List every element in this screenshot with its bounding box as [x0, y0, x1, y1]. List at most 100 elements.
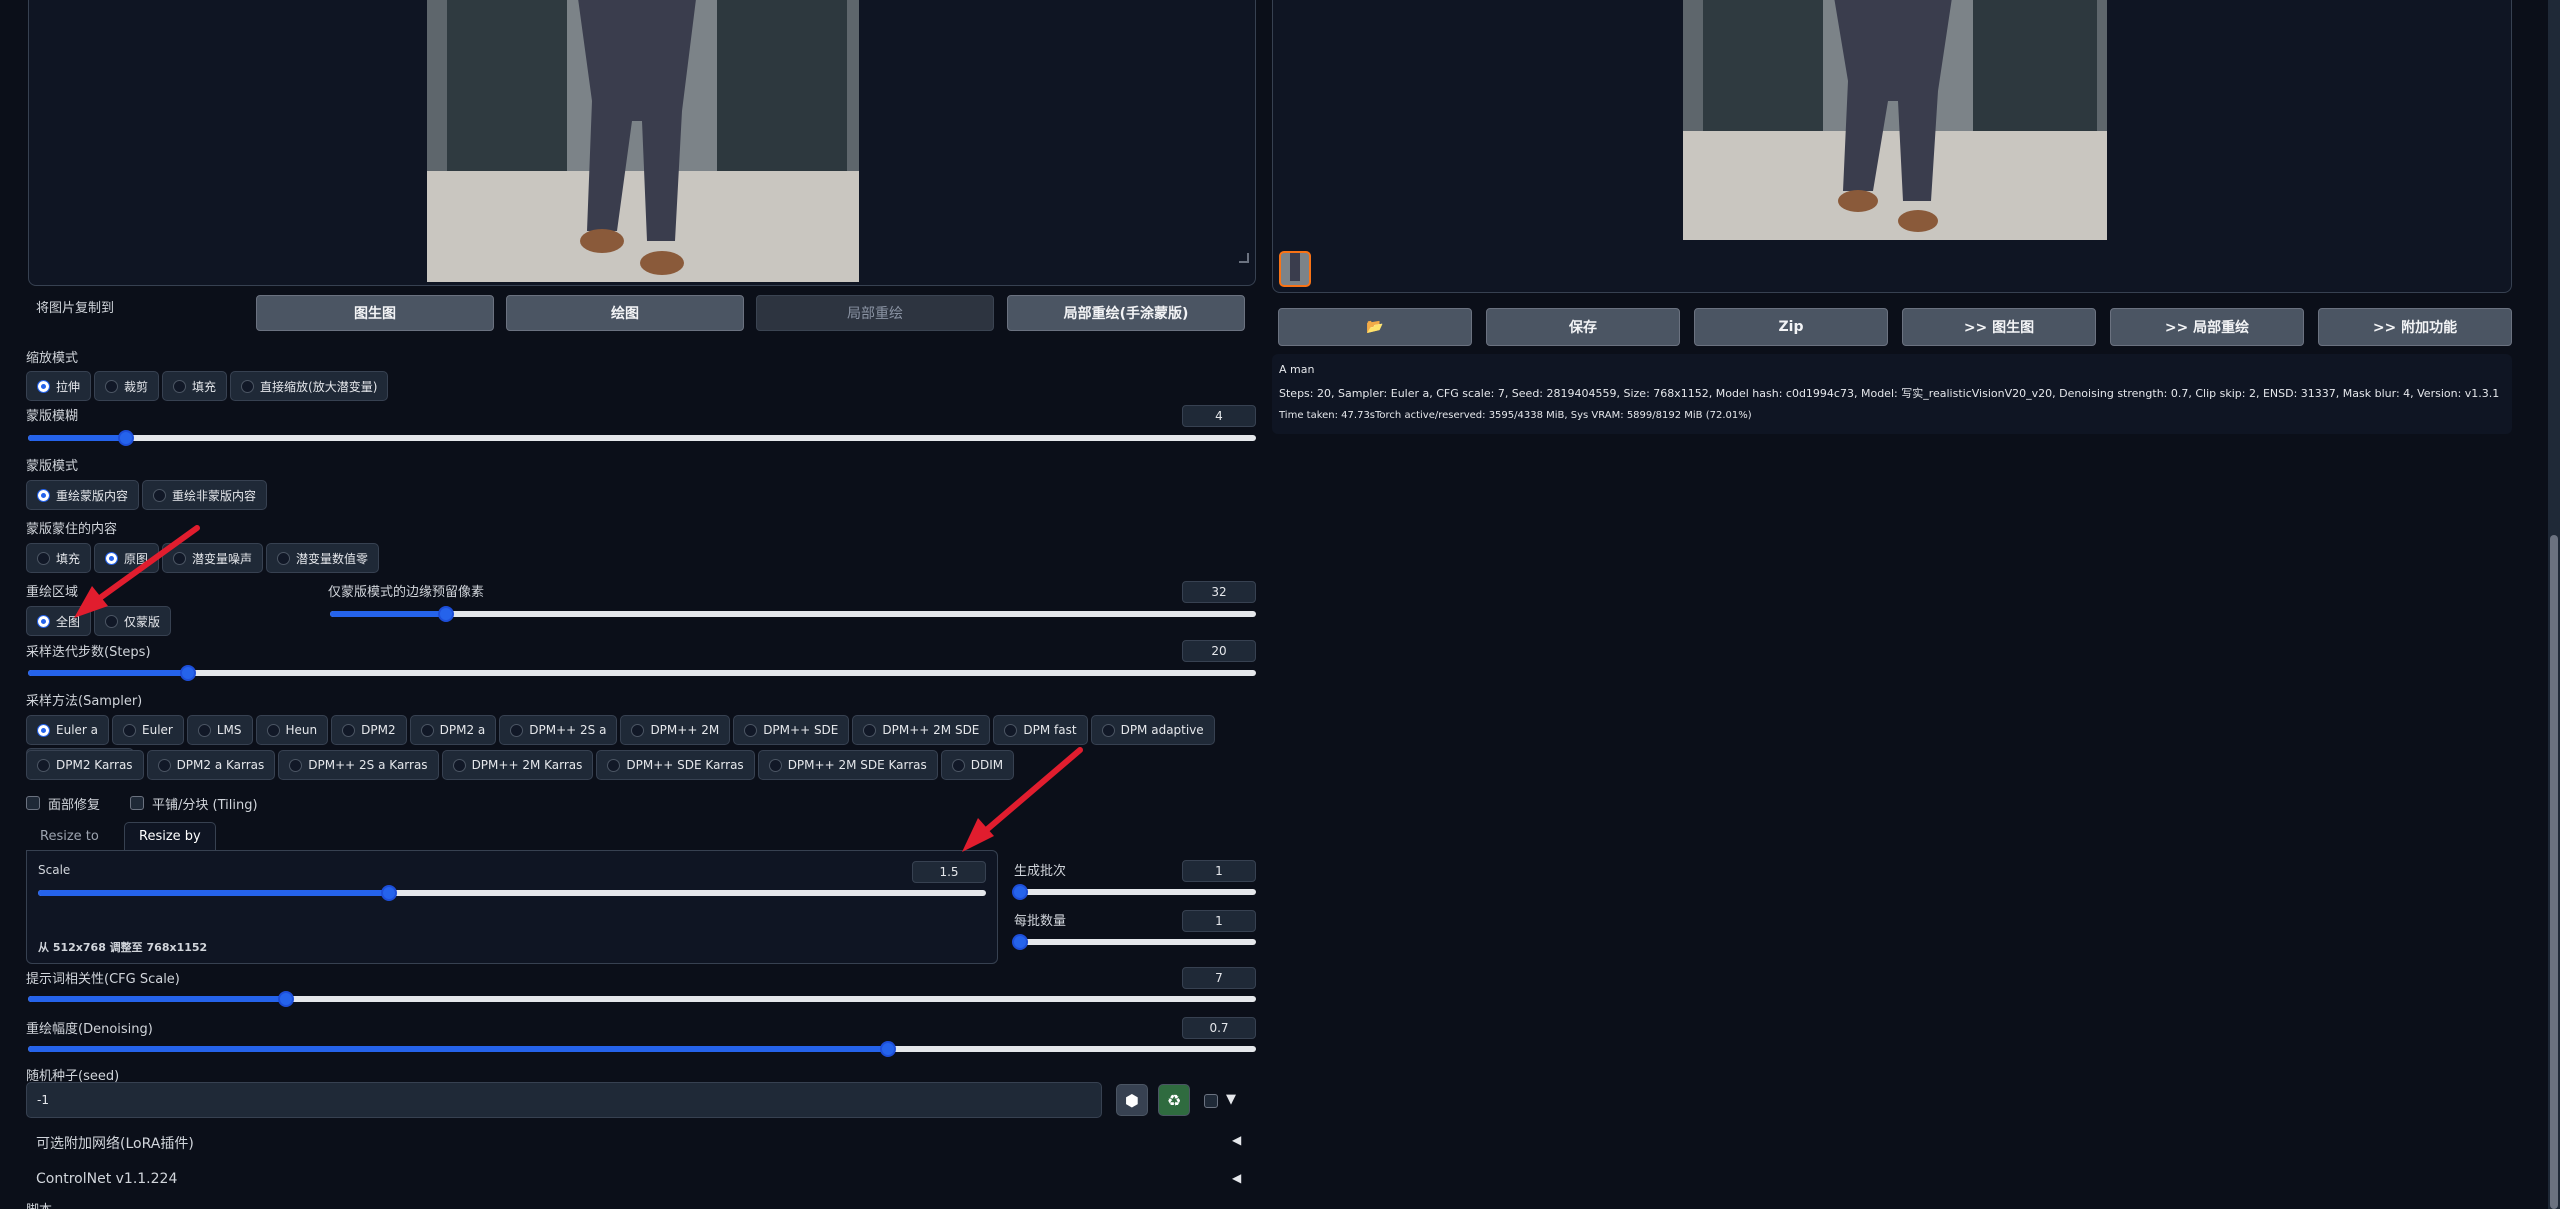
cfg-scale-input[interactable]: 7 [1182, 967, 1256, 989]
radio-dot [452, 758, 466, 772]
denoising-input[interactable]: 0.7 [1182, 1017, 1256, 1039]
tiling-checkbox[interactable] [130, 796, 144, 810]
only-masked-padding-label: 仅蒙版模式的边缘预留像素 [328, 585, 485, 600]
masked-content-original[interactable]: 原图 [94, 543, 160, 573]
open-folder-button[interactable]: 📂 [1278, 308, 1472, 346]
extra-seed-checkbox[interactable] [1204, 1094, 1218, 1108]
sampler-option-label: Euler a [56, 723, 99, 737]
resize-mode-fill[interactable]: 填充 [162, 371, 228, 401]
radio-dot [123, 723, 137, 737]
output-prompt: A man [1279, 363, 1315, 376]
mask-mode-label: 蒙版模式 [26, 459, 79, 474]
sampler-option-dpm2[interactable]: DPM2 [331, 715, 407, 745]
inpaint-area-whole-picture[interactable]: 全图 [26, 606, 92, 636]
sampler-option-dpmpp-sde[interactable]: DPM++ SDE [733, 715, 850, 745]
sampler-option-ddim[interactable]: DDIM [940, 750, 1015, 780]
masked-content-latent-nothing[interactable]: 潜变量数值零 [266, 543, 380, 573]
steps-input[interactable]: 20 [1182, 640, 1256, 662]
extra-seed-caret-icon[interactable]: ▼ [1226, 1092, 1236, 1107]
sampler-option-dpmpp-2s-a[interactable]: DPM++ 2S a [499, 715, 618, 745]
resize-mode-latent[interactable]: 直接缩放(放大潜变量) [230, 371, 389, 401]
sampler-option-dpmpp-2m-sde-karras[interactable]: DPM++ 2M SDE Karras [757, 750, 938, 780]
sampler-option-dpm-fast[interactable]: DPM fast [993, 715, 1088, 745]
scale-label: Scale [38, 863, 71, 877]
input-image-panel[interactable] [28, 0, 1256, 286]
batch-count-input[interactable]: 1 [1182, 860, 1256, 882]
steps-slider[interactable] [28, 665, 1256, 681]
mask-mode-inpaint-masked[interactable]: 重绘蒙版内容 [26, 480, 140, 510]
output-gallery-panel[interactable] [1272, 0, 2512, 293]
output-image [1683, 0, 2107, 240]
random-seed-dice-icon[interactable]: ⬢ [1116, 1084, 1148, 1116]
only-masked-padding-input[interactable]: 32 [1182, 581, 1256, 603]
copy-to-inpaint-button[interactable]: 局部重绘 [756, 295, 994, 331]
sampler-option-label: DPM++ 2M SDE [882, 723, 980, 737]
batch-count-slider[interactable] [1012, 884, 1256, 900]
masked-content-latent-noise[interactable]: 潜变量噪声 [162, 543, 264, 573]
lora-accordion-title[interactable]: 可选附加网络(LoRA插件) [36, 1133, 194, 1153]
copy-to-img2img-button[interactable]: 图生图 [256, 295, 494, 331]
restore-faces-checkbox[interactable] [26, 796, 40, 810]
mask-blur-input[interactable]: 4 [1182, 405, 1256, 427]
radio-dot [420, 723, 434, 737]
sampler-group-row2: DPM2 Karras DPM2 a Karras DPM++ 2S a Karra… [26, 750, 1266, 780]
send-to-inpaint-button[interactable]: >> 局部重绘 [2110, 308, 2304, 346]
sampler-option-label: DDIM [970, 758, 1004, 772]
sampler-option-dpm2-a-karras[interactable]: DPM2 a Karras [146, 750, 276, 780]
sampler-option-dpmpp-2m-karras[interactable]: DPM++ 2M Karras [441, 750, 594, 780]
sampler-option-dpm2-a[interactable]: DPM2 a [409, 715, 497, 745]
sampler-option-euler-a[interactable]: Euler a [26, 715, 110, 745]
lora-accordion-caret-icon[interactable]: ◀ [1232, 1133, 1241, 1147]
masked-content-fill[interactable]: 填充 [26, 543, 92, 573]
masked-content-group: 填充 原图 潜变量噪声 潜变量数值零 [26, 543, 380, 573]
output-params: Steps: 20, Sampler: Euler a, CFG scale: … [1279, 387, 2500, 400]
tab-resize-by[interactable]: Resize by [124, 822, 216, 850]
sampler-label: 采样方法(Sampler) [26, 694, 143, 709]
sampler-option-euler[interactable]: Euler [112, 715, 184, 745]
resize-grip-icon[interactable] [1239, 253, 1249, 263]
reuse-seed-recycle-icon[interactable]: ♻ [1158, 1084, 1190, 1116]
batch-size-input[interactable]: 1 [1182, 910, 1256, 932]
masked-content-label: 蒙版蒙住的内容 [26, 522, 118, 537]
sampler-option-dpmpp-sde-karras[interactable]: DPM++ SDE Karras [596, 750, 755, 780]
mask-blur-slider[interactable] [28, 430, 1256, 446]
send-to-extras-button[interactable]: >> 附加功能 [2318, 308, 2512, 346]
save-button[interactable]: 保存 [1486, 308, 1680, 346]
script-label: 脚本 [26, 1199, 52, 1209]
seed-input[interactable] [26, 1082, 1102, 1118]
batch-size-slider[interactable] [1012, 934, 1256, 950]
inpaint-area-only-masked[interactable]: 仅蒙版 [94, 606, 172, 636]
denoising-slider[interactable] [28, 1041, 1256, 1057]
output-time-taken: Time taken: 47.73sTorch active/reserved:… [1279, 410, 1752, 421]
copy-to-sketch-button[interactable]: 绘图 [506, 295, 744, 331]
output-thumbnail[interactable] [1279, 251, 1311, 287]
inpaint-area-group: 全图 仅蒙版 [26, 606, 172, 636]
resize-mode-crop[interactable]: 裁剪 [94, 371, 160, 401]
mask-mode-inpaint-not-masked[interactable]: 重绘非蒙版内容 [142, 480, 268, 510]
page-scrollbar-thumb[interactable] [2550, 535, 2558, 1209]
zip-button[interactable]: Zip [1694, 308, 1888, 346]
copy-to-inpaint-sketch-button[interactable]: 局部重绘(手涂蒙版) [1007, 295, 1245, 331]
inpaint-area-label: 重绘区域 [26, 585, 79, 600]
sampler-option-heun[interactable]: Heun [255, 715, 329, 745]
only-masked-padding-slider[interactable] [330, 606, 1256, 622]
radio-dot [768, 758, 782, 772]
sampler-option-dpmpp-2m[interactable]: DPM++ 2M [620, 715, 731, 745]
scale-slider[interactable] [38, 885, 986, 901]
sampler-option-dpm-adaptive[interactable]: DPM adaptive [1090, 715, 1215, 745]
sampler-option-dpm2-karras[interactable]: DPM2 Karras [26, 750, 144, 780]
sampler-option-dpmpp-2m-sde[interactable]: DPM++ 2M SDE [852, 715, 991, 745]
sampler-option-dpmpp-2s-a-karras[interactable]: DPM++ 2S a Karras [278, 750, 439, 780]
sampler-option-lms[interactable]: LMS [186, 715, 253, 745]
cfg-scale-slider[interactable] [28, 991, 1256, 1007]
controlnet-accordion-caret-icon[interactable]: ◀ [1232, 1171, 1241, 1185]
controlnet-accordion-title[interactable]: ControlNet v1.1.224 [36, 1171, 177, 1187]
sampler-option-label: DPM2 a Karras [176, 758, 265, 772]
input-image [427, 0, 859, 282]
page-scrollbar[interactable] [2548, 0, 2560, 1209]
send-to-img2img-button[interactable]: >> 图生图 [1902, 308, 2096, 346]
sampler-option-label: DPM++ SDE [763, 723, 839, 737]
tab-resize-to[interactable]: Resize to [26, 822, 113, 850]
scale-input[interactable]: 1.5 [912, 861, 986, 883]
resize-mode-stretch[interactable]: 拉伸 [26, 371, 92, 401]
